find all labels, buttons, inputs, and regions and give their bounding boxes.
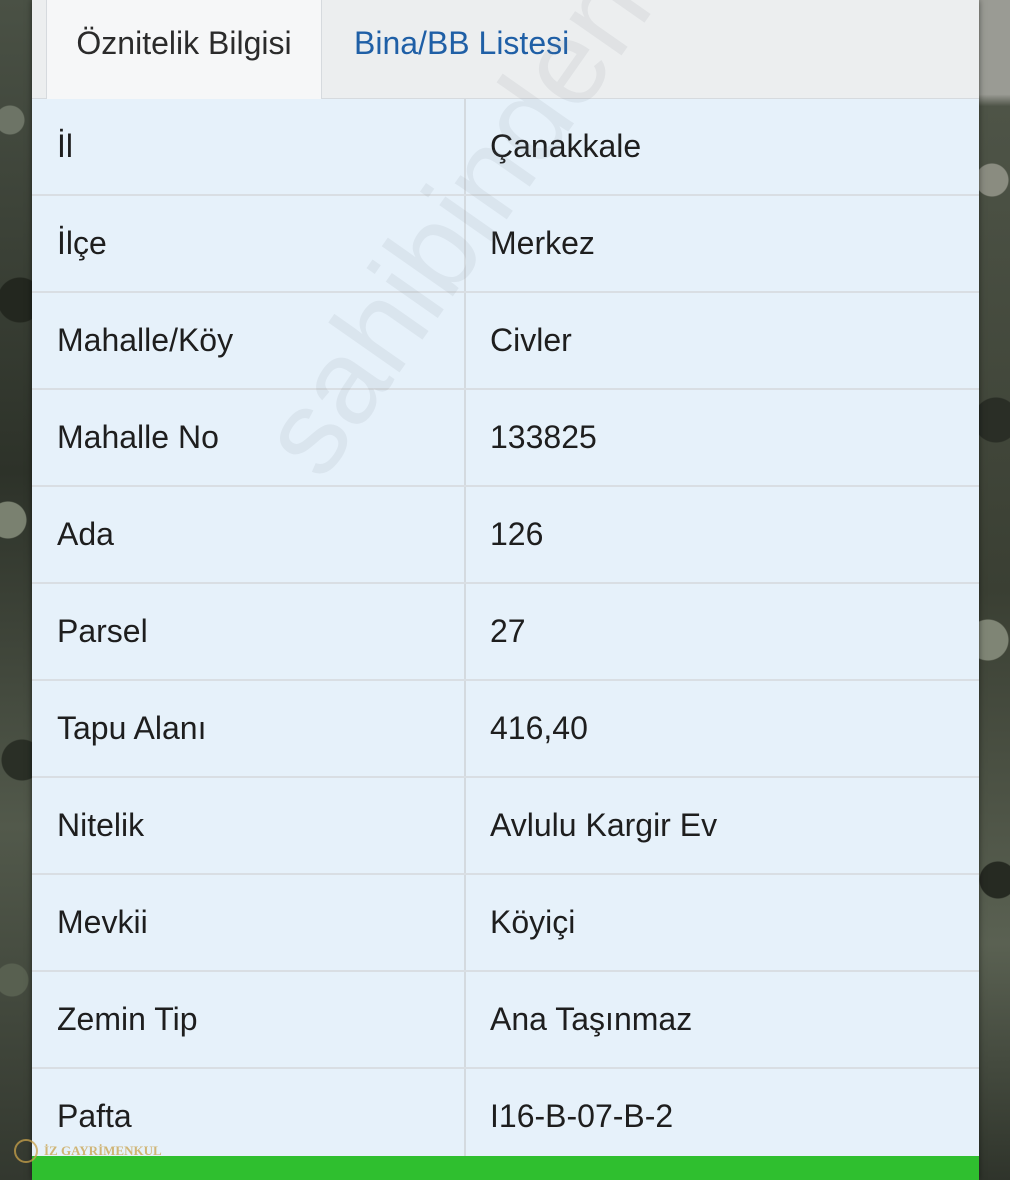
row-label: İl	[57, 128, 73, 164]
column-divider	[464, 99, 466, 194]
column-divider	[464, 1069, 466, 1164]
bottom-action-bar[interactable]	[32, 1156, 979, 1180]
row-label: Mahalle/Köy	[57, 322, 234, 358]
row-label: Mahalle No	[57, 419, 219, 455]
column-divider	[464, 196, 466, 291]
row-label: Ada	[57, 516, 114, 552]
table-row: Pafta I16-B-07-B-2	[32, 1069, 979, 1166]
row-label: Nitelik	[57, 807, 145, 843]
tab-bar: Öznitelik Bilgisi Bina/BB Listesi	[32, 0, 979, 99]
row-value: Merkez	[490, 225, 595, 261]
column-divider	[464, 293, 466, 388]
row-label: Mevkii	[57, 904, 148, 940]
tab-attribute-info[interactable]: Öznitelik Bilgisi	[46, 0, 322, 99]
table-row: Mahalle No 133825	[32, 390, 979, 487]
agency-logo: İZ GAYRİMENKUL	[14, 1136, 162, 1166]
row-value: I16-B-07-B-2	[490, 1098, 674, 1134]
map-background-left	[0, 0, 34, 1180]
table-row: Mahalle/Köy Civler	[32, 293, 979, 390]
table-row: Mevkii Köyiçi	[32, 875, 979, 972]
table-row: İlçe Merkez	[32, 196, 979, 293]
map-background-right	[978, 0, 1010, 1180]
table-row: İl Çanakkale	[32, 99, 979, 196]
column-divider	[464, 390, 466, 485]
logo-icon	[14, 1139, 38, 1163]
column-divider	[464, 681, 466, 776]
row-value: 126	[490, 516, 544, 552]
attribute-table: İl Çanakkale İlçe Merkez Mahalle/Köy Civ…	[32, 99, 979, 1166]
table-row: Zemin Tip Ana Taşınmaz	[32, 972, 979, 1069]
row-value: Avlulu Kargir Ev	[490, 807, 718, 843]
row-value: 133825	[490, 419, 597, 455]
row-label: Parsel	[57, 613, 148, 649]
row-value: 416,40	[490, 710, 588, 746]
row-label: Tapu Alanı	[57, 710, 207, 746]
table-row: Tapu Alanı 416,40	[32, 681, 979, 778]
column-divider	[464, 972, 466, 1067]
row-label: Zemin Tip	[57, 1001, 198, 1037]
row-value: Civler	[490, 322, 572, 358]
table-row: Nitelik Avlulu Kargir Ev	[32, 778, 979, 875]
attribute-info-panel: Öznitelik Bilgisi Bina/BB Listesi İl Çan…	[32, 0, 1010, 1180]
column-divider	[464, 778, 466, 873]
column-divider	[464, 584, 466, 679]
tab-building-list[interactable]: Bina/BB Listesi	[354, 0, 634, 98]
row-value: 27	[490, 613, 526, 649]
table-row: Ada 126	[32, 487, 979, 584]
column-divider	[464, 487, 466, 582]
row-value: Ana Taşınmaz	[490, 1001, 693, 1037]
row-value: Köyiçi	[490, 904, 576, 940]
logo-text: İZ GAYRİMENKUL	[44, 1143, 162, 1158]
column-divider	[464, 875, 466, 970]
row-label: İlçe	[57, 225, 107, 261]
table-row: Parsel 27	[32, 584, 979, 681]
row-value: Çanakkale	[490, 128, 642, 164]
